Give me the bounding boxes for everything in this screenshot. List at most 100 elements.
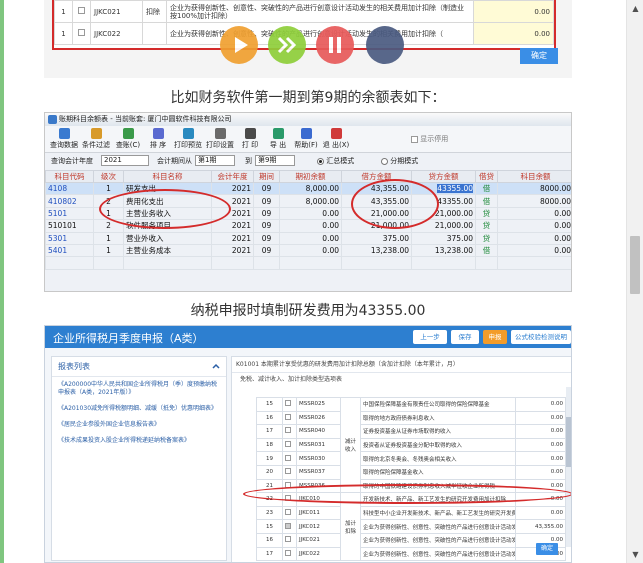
play-icon xyxy=(235,37,248,53)
report-list-panel: 报表列表 《A200000中华人民共和国企业所得税月（季）度预缴纳税申报表（A类… xyxy=(51,356,227,561)
table-row[interactable] xyxy=(45,256,571,270)
toolbar-query-button[interactable]: 查询数据 xyxy=(49,128,79,150)
tax-header: 企业所得税月季度申报（A类） 上一步 保存 申报 公式校验检测说明 xyxy=(45,326,571,348)
declare-button[interactable]: 申报 xyxy=(483,330,507,344)
exit-icon xyxy=(330,128,342,139)
row-value-input[interactable]: 0.00 xyxy=(473,22,554,45)
col-header[interactable]: 期间 xyxy=(253,170,280,183)
table-row[interactable]: 5401 1 主营业务成本 2021 09 0.00 13,238.00 13,238.00 借… xyxy=(45,243,571,258)
mode-period-radio[interactable]: 分期模式 xyxy=(381,156,418,166)
pause-icon xyxy=(329,37,341,53)
col-header[interactable]: 贷方金额 xyxy=(411,170,476,183)
dialog-top-line: K01001 本期累计享受优惠的研发费用加计扣除总额（含加计扣除（本年累计，月） xyxy=(232,357,571,373)
table-row: 1 JJKC021 扣除 企业为获得创新性、创意性、突破性的产品进行创意设计活动… xyxy=(54,0,554,23)
show-disabled-checkbox[interactable]: 显示停用 xyxy=(411,134,448,144)
period-label: 会计期间从 xyxy=(157,157,192,165)
col-header[interactable]: 科目余额 xyxy=(497,170,571,183)
fast-forward-icon xyxy=(277,36,297,54)
scroll-down-icon[interactable]: ▼ xyxy=(627,546,643,563)
table-row[interactable]: 18 MSSR031 投资者从证券投资基金分配中取得的收入 0.00 xyxy=(256,437,566,453)
screenshot-tax-declaration: 企业所得税月季度申报（A类） 上一步 保存 申报 公式校验检测说明 报表列表 《… xyxy=(44,325,572,563)
col-header[interactable]: 期初余额 xyxy=(279,170,342,183)
col-header[interactable]: 科目代码 xyxy=(45,170,94,183)
left-accent-bar xyxy=(0,0,4,563)
save-button[interactable]: 保存 xyxy=(451,330,479,344)
scroll-thumb[interactable] xyxy=(630,236,640,294)
screenshot-deduction-table: 1 JJKC021 扣除 企业为获得创新性、创意性、突破性的产品进行创意设计活动… xyxy=(44,0,572,78)
table-row[interactable]: 19 MSSR030 取得的北京冬奥会、冬残奥会相关收入 0.00 xyxy=(256,451,566,466)
preview-icon xyxy=(182,128,194,139)
fast-forward-button[interactable] xyxy=(268,26,306,64)
col-header[interactable]: 借贷 xyxy=(475,170,498,183)
toolbar-help-button[interactable]: 帮助(F) xyxy=(291,128,321,150)
row-checkbox[interactable] xyxy=(78,29,85,36)
col-header[interactable]: 级次 xyxy=(93,170,124,183)
search-icon xyxy=(58,128,70,139)
export-icon xyxy=(272,128,284,139)
stop-icon xyxy=(366,26,404,64)
table-row[interactable]: 23JJKC011科技型中小企业开发新技术、新产品、新工艺发生的研究开发费用加计… xyxy=(256,505,566,521)
article-page: 1 JJKC021 扣除 企业为获得创新性、创意性、突破性的产品进行创意设计活动… xyxy=(0,0,643,563)
year-input[interactable]: 2021 xyxy=(101,155,149,166)
toolbar: 查询数据 条件过滤 查账(C) 排 序 打印预览 打印设置 打 印 导 出 帮助… xyxy=(45,126,571,153)
row-number: 1 xyxy=(54,22,73,45)
table-row[interactable]: 20 MSSR037 取得的保险保障基金收入 0.00 xyxy=(256,464,566,480)
annotation-oval-rd-row xyxy=(243,484,571,504)
radio-unselected xyxy=(381,157,388,165)
year-label: 查询会计年度 xyxy=(51,157,93,165)
caption-tax-filing: 纳税申报时填制研发费用为43355.00 xyxy=(190,303,426,319)
stop-button[interactable] xyxy=(366,26,404,64)
col-header[interactable]: 会计年度 xyxy=(211,170,254,183)
report-list-title: 报表列表 xyxy=(52,357,226,377)
toolbar-exit-button[interactable]: 退 出(X) xyxy=(321,128,351,150)
report-link[interactable]: 《A201030减免所得税额明细、减缓（抵免）优惠明细表》 xyxy=(52,401,226,417)
period-from-select[interactable]: 第1期 xyxy=(195,155,235,166)
table-row[interactable]: 15 MSSR025 减计收入 中国保险保障基金有限责任公司取得的保险保障基金 0.00 xyxy=(256,396,566,494)
tax-form-title: 企业所得税月季度申报（A类） xyxy=(53,332,204,345)
col-header[interactable]: 科目名称 xyxy=(123,170,212,183)
caption-balance-table: 比如财务软件第一期到第9期的余额表如下： xyxy=(170,90,446,106)
row-checkbox[interactable] xyxy=(78,7,85,14)
deduction-options-table: 15 MSSR025 减计收入 中国保险保障基金有限责任公司取得的保险保障基金 0.00… xyxy=(256,396,566,562)
table-row[interactable]: 16 MSSR026 取得的地方政府债券利息收入 0.00 xyxy=(256,410,566,426)
prev-step-button[interactable]: 上一步 xyxy=(413,330,447,344)
toolbar-export-button[interactable]: 导 出 xyxy=(263,128,293,150)
collapse-icon[interactable] xyxy=(212,363,220,369)
screenshot-accounting-software: 账期科目余额表 - 当前账套: 厦门中圆软件科技有限公司 查询数据 条件过滤 查… xyxy=(44,112,572,292)
formula-check-button[interactable]: 公式校验检测说明 xyxy=(511,330,571,344)
table-row-highlighted[interactable]: 15JJKC012企业为获得创新性、创意性、突破性的产品进行创意设计活动发生的相… xyxy=(256,519,566,534)
page-scrollbar[interactable]: ▲ ▼ xyxy=(626,0,643,563)
annotation-oval-account xyxy=(99,189,231,229)
table-row[interactable]: 17 MSSR040 证券投资基金从证券市场取得的收入 0.00 xyxy=(256,424,566,439)
pause-button[interactable] xyxy=(316,26,354,64)
table-row[interactable]: 17JJKC022企业为获得创新性、创意性、突破性的产品进行创意设计活动发生的相… xyxy=(256,546,566,562)
deduction-dialog: K01001 本期累计享受优惠的研发费用加计扣除总额（含加计扣除（本年累计，月）… xyxy=(231,356,571,562)
toolbar-ledger-button[interactable]: 查账(C) xyxy=(113,128,143,150)
toolbar-print-button[interactable]: 打 印 xyxy=(235,128,265,150)
report-link[interactable]: 《A200000中华人民共和国企业所得税月（季）度预缴纳税申报表（A类，2021… xyxy=(52,377,226,401)
window-title: 账期科目余额表 - 当前账套: 厦门中圆软件科技有限公司 xyxy=(59,115,232,123)
row-value-input[interactable]: 0.00 xyxy=(473,0,554,23)
dialog-scrollbar[interactable] xyxy=(566,387,571,547)
checkbox-box xyxy=(411,135,418,143)
printer-settings-icon xyxy=(214,128,226,139)
confirm-button[interactable]: 确定 xyxy=(520,48,558,64)
row-description: 企业为获得创新性、创意性、突破性的产品进行创意设计活动发生的相关费用加计扣除（制… xyxy=(166,0,474,23)
filter-bar: 查询会计年度 2021 会计期间从 第1期 到 第9期 汇总模式 分期模式 xyxy=(45,153,571,169)
help-icon xyxy=(300,128,312,139)
report-link[interactable]: 《居民企业参股外国企业信息报告表》 xyxy=(52,417,226,433)
mode-summary-radio[interactable]: 汇总模式 xyxy=(317,156,354,166)
scroll-up-icon[interactable]: ▲ xyxy=(627,0,643,17)
period-to-select[interactable]: 第9期 xyxy=(255,155,295,166)
toolbar-print-preview-button[interactable]: 打印预览 xyxy=(173,128,203,150)
table-row[interactable]: 5301 1 营业外收入 2021 09 0.00 375.00 375.00 贷 0.00 xyxy=(45,231,571,245)
toolbar-filter-button[interactable]: 条件过滤 xyxy=(81,128,111,150)
to-label: 到 xyxy=(245,157,252,165)
dialog-confirm-button[interactable]: 确定 xyxy=(536,543,558,555)
play-button[interactable] xyxy=(220,26,258,64)
grid-header-row: 科目代码 级次 科目名称 会计年度 期间 期初余额 借方金额 贷方金额 借贷 科… xyxy=(45,170,571,183)
toolbar-print-settings-button[interactable]: 打印设置 xyxy=(205,128,235,150)
toolbar-sort-button[interactable]: 排 序 xyxy=(143,128,173,150)
report-link[interactable]: 《技术成果投资入股企业所得税递延纳税备案表》 xyxy=(52,433,226,449)
table-row[interactable]: 16JJKC021企业为获得创新性、创意性、突破性的产品进行创意设计活动发生的相… xyxy=(256,532,566,548)
